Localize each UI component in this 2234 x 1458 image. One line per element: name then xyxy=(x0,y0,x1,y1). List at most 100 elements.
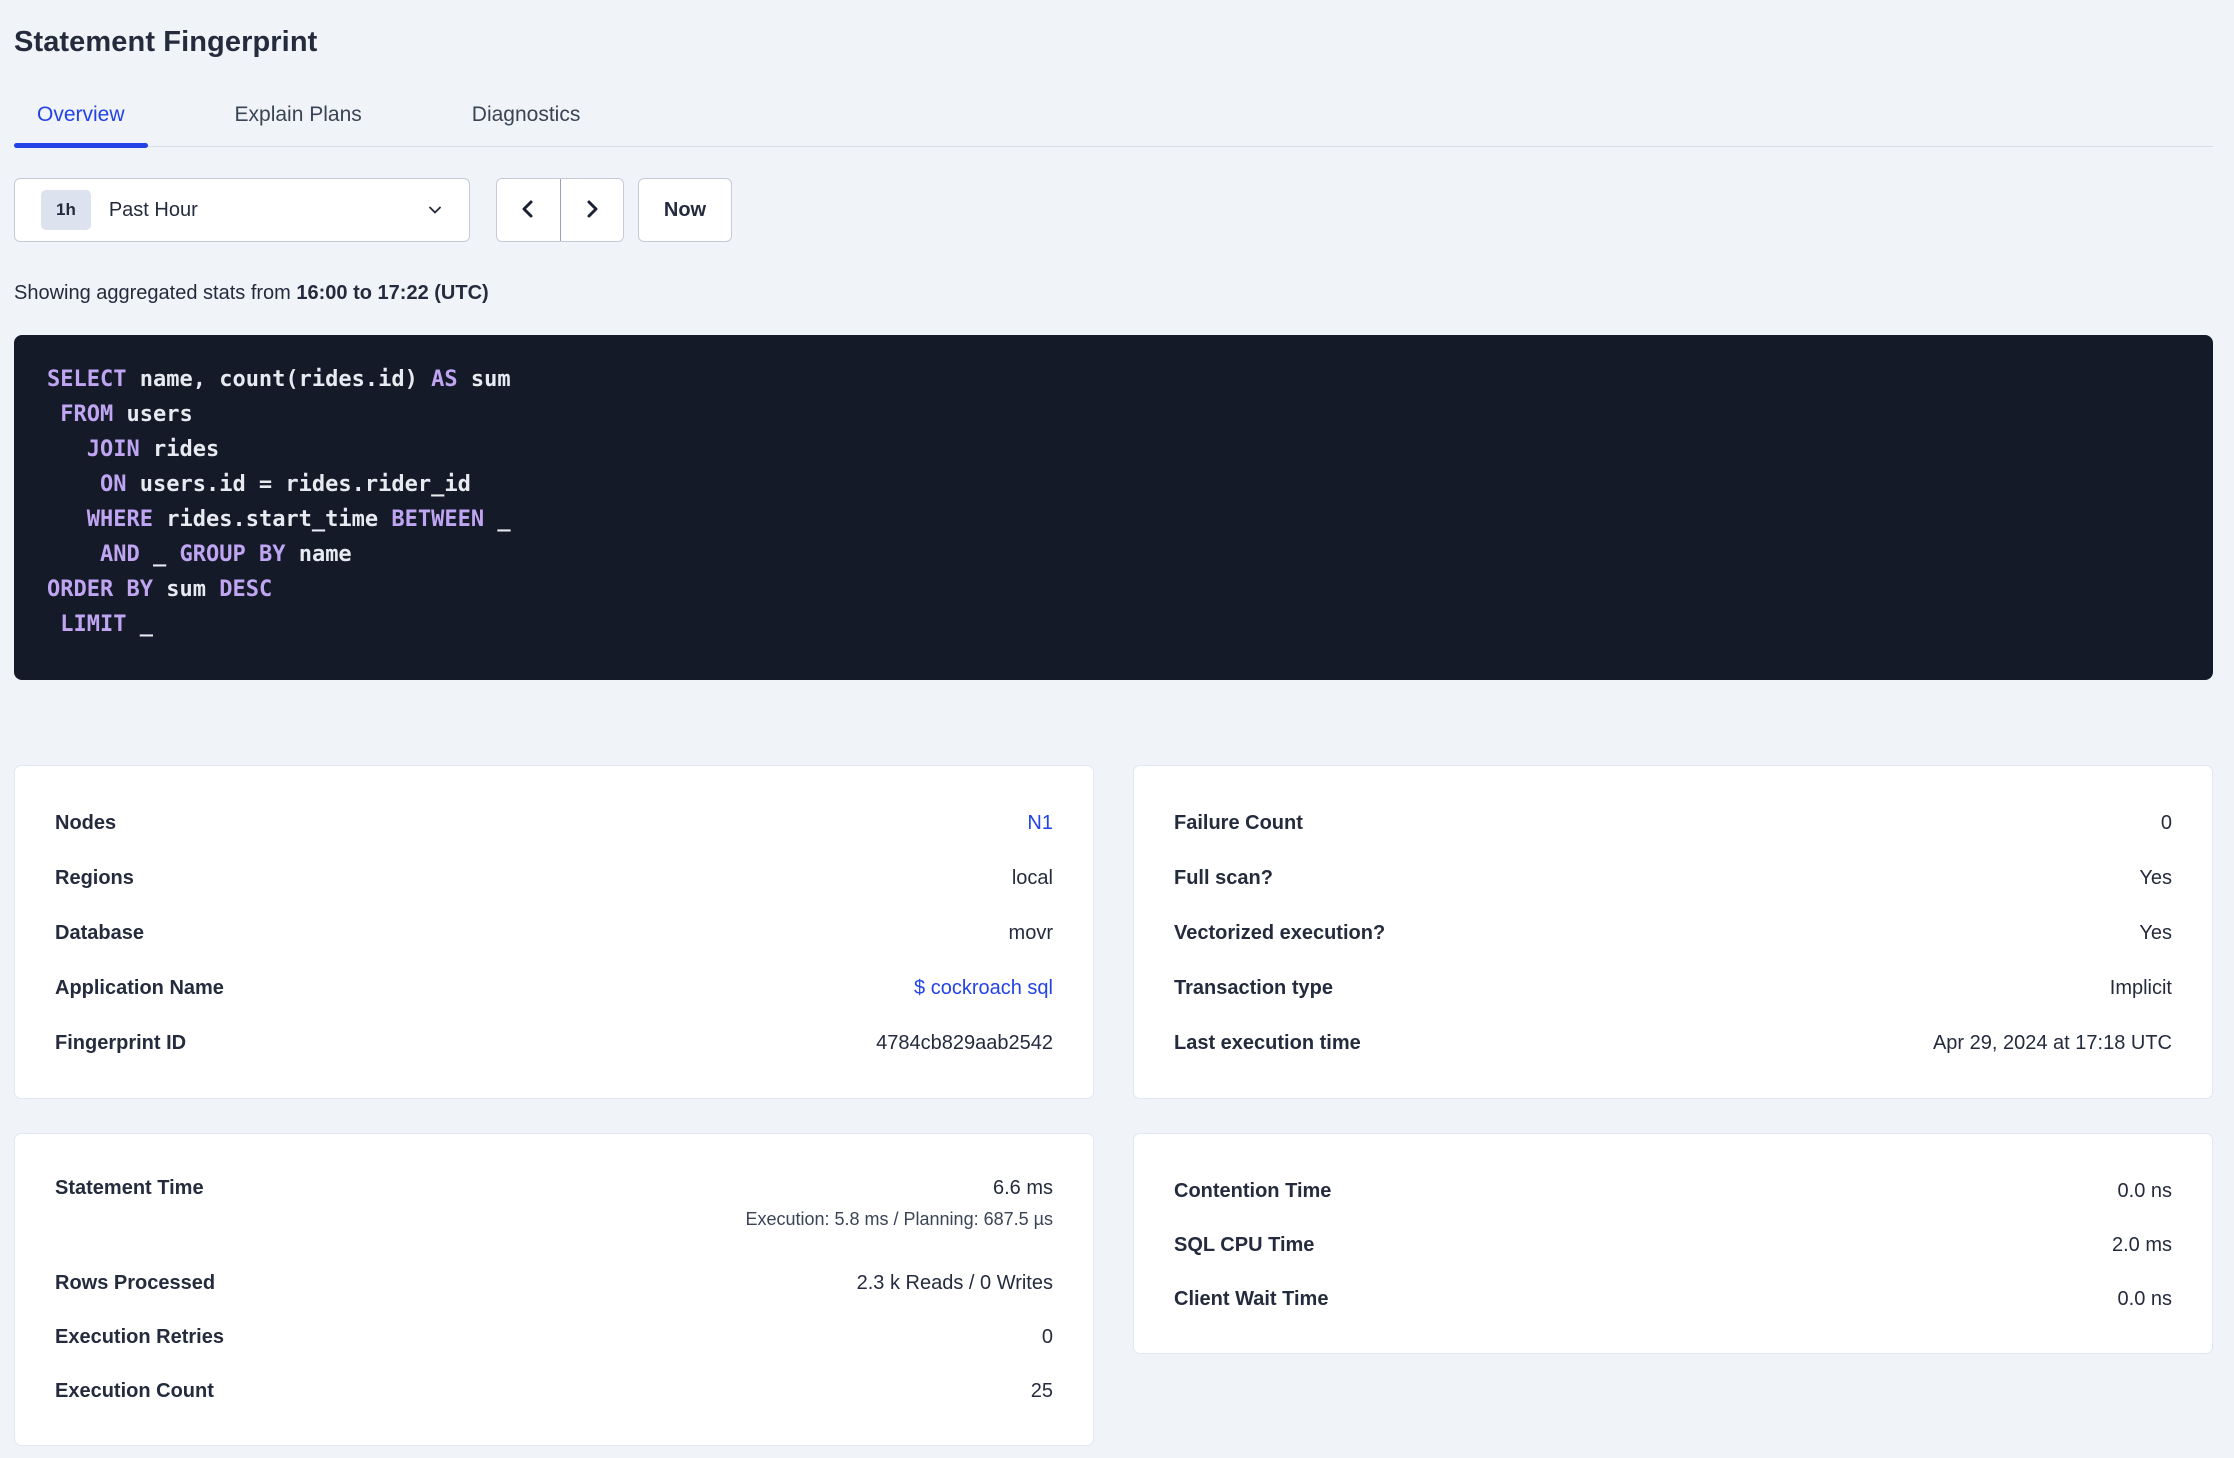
now-button[interactable]: Now xyxy=(638,178,732,242)
page-title: Statement Fingerprint xyxy=(14,26,318,58)
kv-value-cell: 0.0 ns xyxy=(2118,1180,2172,1203)
time-range-label: Past Hour xyxy=(108,198,198,221)
sql-line: ORDER BY sum DESC xyxy=(47,577,273,602)
tab-overview[interactable]: Overview xyxy=(14,103,148,148)
kv-row: Last execution time Apr 29, 2024 at 17:18… xyxy=(1174,1016,2172,1071)
next-interval-button[interactable] xyxy=(560,179,623,241)
tab-label: Overview xyxy=(37,103,125,126)
tab-bar: Overview Explain Plans Diagnostics xyxy=(14,103,2213,148)
kv-value-cell: 0 xyxy=(2161,812,2172,835)
kv-label: Application Name xyxy=(55,977,224,999)
kv-value: 2.0 ms xyxy=(2111,1233,2172,1256)
kv-value-cell: 2.0 ms xyxy=(2112,1234,2172,1257)
kv-value: 2.3 k Reads / 0 Writes xyxy=(856,1271,1053,1294)
kv-value-cell: N1 xyxy=(1027,812,1053,835)
sql-line: WHERE rides.start_time BETWEEN _ xyxy=(86,507,511,532)
statement-details-card: Nodes N1 Regions local Database movr Applicati… xyxy=(14,765,1094,1099)
statement-times-card: Statement Time 6.6 ms Execution: 5.8 ms / … xyxy=(14,1133,1094,1446)
kv-row: Failure Count 0 xyxy=(1174,796,2172,851)
sql-line: JOIN rides xyxy=(86,437,220,462)
kv-row: Execution Count 25 xyxy=(55,1364,1053,1418)
sql-line: SELECT name, count(rides.id) AS sum xyxy=(47,367,511,392)
kv-value-link[interactable]: $ cockroach sql xyxy=(914,977,1053,999)
sql-line: FROM users xyxy=(60,402,193,427)
kv-value-link[interactable]: N1 xyxy=(1027,812,1053,834)
kv-value: 4784cb829aab2542 xyxy=(876,1032,1053,1054)
execution-attributes-card: Failure Count 0 Full scan? Yes Vectorized ex… xyxy=(1133,765,2213,1099)
kv-label: Execution Retries xyxy=(55,1325,224,1348)
kv-row: Application Name $ cockroach sql xyxy=(55,961,1053,1016)
kv-value-cell: Implicit xyxy=(2110,977,2172,1000)
kv-label: Last execution time xyxy=(1174,1032,1361,1054)
kv-value: Apr 29, 2024 at 17:18 UTC xyxy=(1932,1032,2172,1054)
kv-value: movr xyxy=(1008,922,1053,944)
kv-value: Yes xyxy=(2139,867,2172,889)
kv-value: local xyxy=(1011,867,1053,889)
kv-label: Execution Count xyxy=(55,1379,214,1402)
kv-value-cell: 0 xyxy=(1042,1326,1053,1349)
kv-label: Transaction type xyxy=(1174,977,1333,999)
kv-row: Database movr xyxy=(55,906,1053,961)
kv-value-cell: 25 xyxy=(1031,1380,1053,1403)
kv-label: Vectorized execution? xyxy=(1174,922,1386,944)
kv-value-cell: movr xyxy=(1009,922,1053,945)
tab-explain-plans[interactable]: Explain Plans xyxy=(212,103,385,146)
kv-row: Statement Time 6.6 ms Execution: 5.8 ms / … xyxy=(55,1164,1053,1256)
kv-value-cell: 4784cb829aab2542 xyxy=(876,1032,1053,1055)
kv-row: Rows Processed 2.3 k Reads / 0 Writes xyxy=(55,1256,1053,1310)
sql-statement: SELECT name, count(rides.id) AS sum FROM… xyxy=(14,335,2213,680)
kv-value-cell: local xyxy=(1012,867,1053,890)
kv-label: Full scan? xyxy=(1174,867,1273,889)
kv-row: SQL CPU Time 2.0 ms xyxy=(1174,1218,2172,1272)
stats-range: 16:00 to 17:22 (UTC) xyxy=(296,282,489,304)
active-tab-underline xyxy=(14,143,148,148)
kv-row: Fingerprint ID 4784cb829aab2542 xyxy=(55,1016,1053,1071)
stats-prefix: Showing aggregated stats from xyxy=(14,282,297,304)
tab-diagnostics[interactable]: Diagnostics xyxy=(449,103,604,146)
kv-label: Client Wait Time xyxy=(1174,1287,1329,1310)
kv-value: 0.0 ns xyxy=(2117,1179,2172,1202)
kv-value: Implicit xyxy=(2109,977,2172,999)
kv-value: 0 xyxy=(2160,812,2172,834)
sql-line: LIMIT _ xyxy=(60,612,153,637)
kv-label: Contention Time xyxy=(1174,1179,1332,1202)
kv-value-cell: Yes xyxy=(2139,922,2172,945)
time-step-buttons xyxy=(496,178,624,242)
kv-value-cell: Apr 29, 2024 at 17:18 UTC xyxy=(1933,1032,2172,1055)
chevron-left-icon xyxy=(516,197,540,224)
kv-row: Execution Retries 0 xyxy=(55,1310,1053,1364)
kv-subvalue: Execution: 5.8 ms / Planning: 687.5 µs xyxy=(745,1209,1053,1229)
kv-row: Full scan? Yes xyxy=(1174,851,2172,906)
aggregated-stats-summary: Showing aggregated stats from 16:00 to 1… xyxy=(14,282,2213,305)
kv-row: Nodes N1 xyxy=(55,796,1053,851)
statement-fingerprint-page: Statement Fingerprint Overview Explain Pl… xyxy=(0,26,2234,1446)
kv-row: Vectorized execution? Yes xyxy=(1174,906,2172,961)
kv-row: Client Wait Time 0.0 ns xyxy=(1174,1272,2172,1326)
kv-value: 0.0 ns xyxy=(2117,1287,2172,1310)
sql-line: AND _ GROUP BY name xyxy=(99,542,352,567)
kv-label: SQL CPU Time xyxy=(1174,1233,1315,1256)
kv-label: Database xyxy=(55,922,144,944)
sql-line: ON users.id = rides.rider_id xyxy=(99,472,471,497)
time-picker: 1h Past Hour Now xyxy=(14,178,2213,242)
kv-value-cell: 2.3 k Reads / 0 Writes xyxy=(857,1272,1053,1295)
tab-label: Explain Plans xyxy=(234,103,362,126)
previous-interval-button[interactable] xyxy=(497,179,561,241)
kv-label: Regions xyxy=(55,867,134,889)
kv-label: Statement Time xyxy=(55,1177,204,1199)
chevron-down-icon xyxy=(425,200,445,220)
kv-value: Yes xyxy=(2139,922,2172,944)
kv-value-cell: $ cockroach sql xyxy=(914,977,1053,1000)
summary-cards-row-2: Statement Time 6.6 ms Execution: 5.8 ms / … xyxy=(14,1133,2213,1446)
kv-value-cell: 0.0 ns xyxy=(2118,1288,2172,1311)
kv-row: Transaction type Implicit xyxy=(1174,961,2172,1016)
kv-value: 0 xyxy=(1041,1325,1053,1348)
kv-value-cell: 6.6 ms Execution: 5.8 ms / Planning: 687.… xyxy=(745,1177,1053,1230)
kv-label: Nodes xyxy=(55,812,117,834)
summary-cards-row-1: Nodes N1 Regions local Database movr Applicati… xyxy=(14,765,2213,1099)
kv-value-cell: Yes xyxy=(2139,867,2172,890)
chevron-right-icon xyxy=(580,197,604,224)
tab-label: Diagnostics xyxy=(471,103,581,126)
time-range-dropdown[interactable]: 1h Past Hour xyxy=(14,178,470,242)
interval-badge: 1h xyxy=(41,190,91,230)
